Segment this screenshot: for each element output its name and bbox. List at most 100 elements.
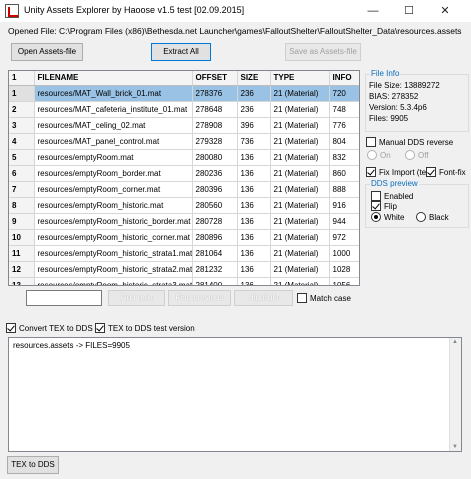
cell-type: 21 (Material) (270, 213, 330, 230)
files-count-value: Files: 9905 (369, 114, 409, 123)
table-row[interactable]: 5 resources/emptyRoom.mat 280080 136 21 … (9, 149, 359, 166)
checkbox-box (95, 323, 105, 333)
cell-filename: resources/MAT_cafeteria_institute_01.mat (34, 101, 193, 118)
tex-test-checkbox[interactable]: TEX to DDS test version (95, 323, 195, 333)
black-background-radio[interactable]: Black (416, 212, 449, 222)
search-input[interactable] (26, 290, 102, 306)
cell-size: 136 (237, 229, 271, 246)
manual-dds-off-radio[interactable]: Off (405, 150, 429, 160)
table-row[interactable]: 12 resources/emptyRoom_historic_strata2.… (9, 261, 359, 278)
dds-enabled-checkbox[interactable]: Enabled (371, 191, 413, 201)
open-assets-button[interactable]: Open Assets-file (11, 43, 83, 61)
black-label: Black (429, 212, 449, 222)
cell-size: 136 (237, 165, 271, 182)
cell-info: 944 (329, 213, 359, 230)
row-index: 3 (9, 117, 35, 134)
table-row[interactable]: 1 resources/MAT_Wall_brick_01.mat 278376… (9, 85, 359, 102)
extract-all-button[interactable]: Extract All (151, 43, 211, 61)
cell-type: 21 (Material) (270, 133, 330, 150)
table-row[interactable]: 3 resources/MAT_celing_02.mat 278908 396… (9, 117, 359, 134)
radio-circle (367, 150, 377, 160)
bias-value: BIAS: 278352 (369, 92, 419, 101)
cell-info: 1028 (329, 261, 359, 278)
manual-dds-checkbox[interactable]: Manual DDS reverse (366, 137, 453, 147)
row-index: 5 (9, 149, 35, 166)
table-row[interactable]: 9 resources/emptyRoom_historic_border.ma… (9, 213, 359, 230)
cell-info: 888 (329, 181, 359, 198)
assets-table[interactable]: 1 FILENAME OFFSET SIZE TYPE INFO 1 resou… (8, 70, 360, 286)
white-background-radio[interactable]: White (371, 212, 404, 222)
table-row[interactable]: 13 resources/emptyRoom_historic_strata3.… (9, 277, 359, 285)
cell-type: 21 (Material) (270, 277, 330, 285)
radio-circle (405, 150, 415, 160)
cell-filename: resources/MAT_celing_02.mat (34, 117, 193, 134)
table-row[interactable]: 8 resources/emptyRoom_historic.mat 28056… (9, 197, 359, 214)
cell-type: 21 (Material) (270, 149, 330, 166)
match-case-label: Match case (310, 293, 351, 303)
version-value: Version: 5.3.4p6 (369, 103, 427, 112)
header-index[interactable]: 1 (9, 71, 35, 86)
header-size[interactable]: SIZE (237, 71, 271, 86)
header-offset[interactable]: OFFSET (192, 71, 238, 86)
find-previous-button[interactable]: Find previous (168, 290, 231, 306)
close-icon[interactable]: ✕ (427, 0, 463, 22)
row-index: 7 (9, 181, 35, 198)
cell-offset: 280080 (192, 149, 238, 166)
manual-dds-on-radio[interactable]: On (367, 150, 391, 160)
header-info[interactable]: INFO (329, 71, 359, 86)
header-filename[interactable]: FILENAME (34, 71, 193, 86)
log-text: resources.assets -> FILES=9905 (13, 341, 130, 350)
dds-flip-checkbox[interactable]: Flip (371, 201, 397, 211)
cell-filename: resources/emptyRoom_corner.mat (34, 181, 193, 198)
radio-circle (416, 212, 426, 222)
table-header-row: 1 FILENAME OFFSET SIZE TYPE INFO (9, 71, 359, 86)
convert-tex-checkbox[interactable]: Convert TEX to DDS (6, 323, 93, 333)
cell-type: 21 (Material) (270, 101, 330, 118)
cell-filename: resources/emptyRoom_border.mat (34, 165, 193, 182)
cell-info: 748 (329, 101, 359, 118)
table-row[interactable]: 11 resources/emptyRoom_historic_strata1.… (9, 245, 359, 262)
maximize-icon[interactable]: ☐ (391, 0, 427, 22)
row-index: 2 (9, 101, 35, 118)
tex-to-dds-button[interactable]: TEX to DDS (7, 456, 59, 474)
cell-filename: resources/emptyRoom.mat (34, 149, 193, 166)
table-row[interactable]: 6 resources/emptyRoom_border.mat 280236 … (9, 165, 359, 182)
cell-type: 21 (Material) (270, 165, 330, 182)
cell-offset: 280236 (192, 165, 238, 182)
log-scrollbar[interactable] (449, 338, 461, 451)
cell-filename: resources/emptyRoom_historic_border.mat (34, 213, 193, 230)
file-size-value: File Size: 13889272 (369, 81, 440, 90)
cell-type: 21 (Material) (270, 181, 330, 198)
cell-offset: 279328 (192, 133, 238, 150)
fix-import-checkbox[interactable]: Fix Import (test) (366, 167, 435, 177)
cell-offset: 278908 (192, 117, 238, 134)
table-row[interactable]: 2 resources/MAT_cafeteria_institute_01.m… (9, 101, 359, 118)
cell-filename: resources/emptyRoom_historic_strata3.mat (34, 277, 193, 285)
row-index: 11 (9, 245, 35, 262)
cell-offset: 281064 (192, 245, 238, 262)
table-row[interactable]: 7 resources/emptyRoom_corner.mat 280396 … (9, 181, 359, 198)
table-row[interactable]: 4 resources/MAT_panel_control.mat 279328… (9, 133, 359, 150)
row-index: 1 (9, 85, 35, 102)
checkbox-box (6, 323, 16, 333)
cell-size: 736 (237, 133, 271, 150)
cell-offset: 280560 (192, 197, 238, 214)
find-next-button[interactable]: Find next (108, 290, 165, 306)
checkbox-box (371, 191, 381, 201)
row-index: 13 (9, 277, 35, 285)
dds-flip-label: Flip (384, 201, 397, 211)
match-case-checkbox[interactable]: Match case (297, 293, 351, 303)
log-textarea[interactable]: resources.assets -> FILES=9905 (8, 337, 462, 452)
cell-filename: resources/MAT_panel_control.mat (34, 133, 193, 150)
save-assets-button[interactable]: Save as Assets-file (285, 43, 361, 61)
checkbox-box (366, 167, 376, 177)
minimize-icon[interactable]: — (355, 0, 391, 22)
file-info-title: File Info (370, 69, 401, 78)
cell-type: 21 (Material) (270, 85, 330, 102)
highlight-button[interactable]: Highlight (234, 290, 293, 306)
header-type[interactable]: TYPE (270, 71, 330, 86)
cell-info: 916 (329, 197, 359, 214)
font-fix-checkbox[interactable]: Font-fix (426, 167, 466, 177)
table-row[interactable]: 10 resources/emptyRoom_historic_corner.m… (9, 229, 359, 246)
cell-offset: 278376 (192, 85, 238, 102)
